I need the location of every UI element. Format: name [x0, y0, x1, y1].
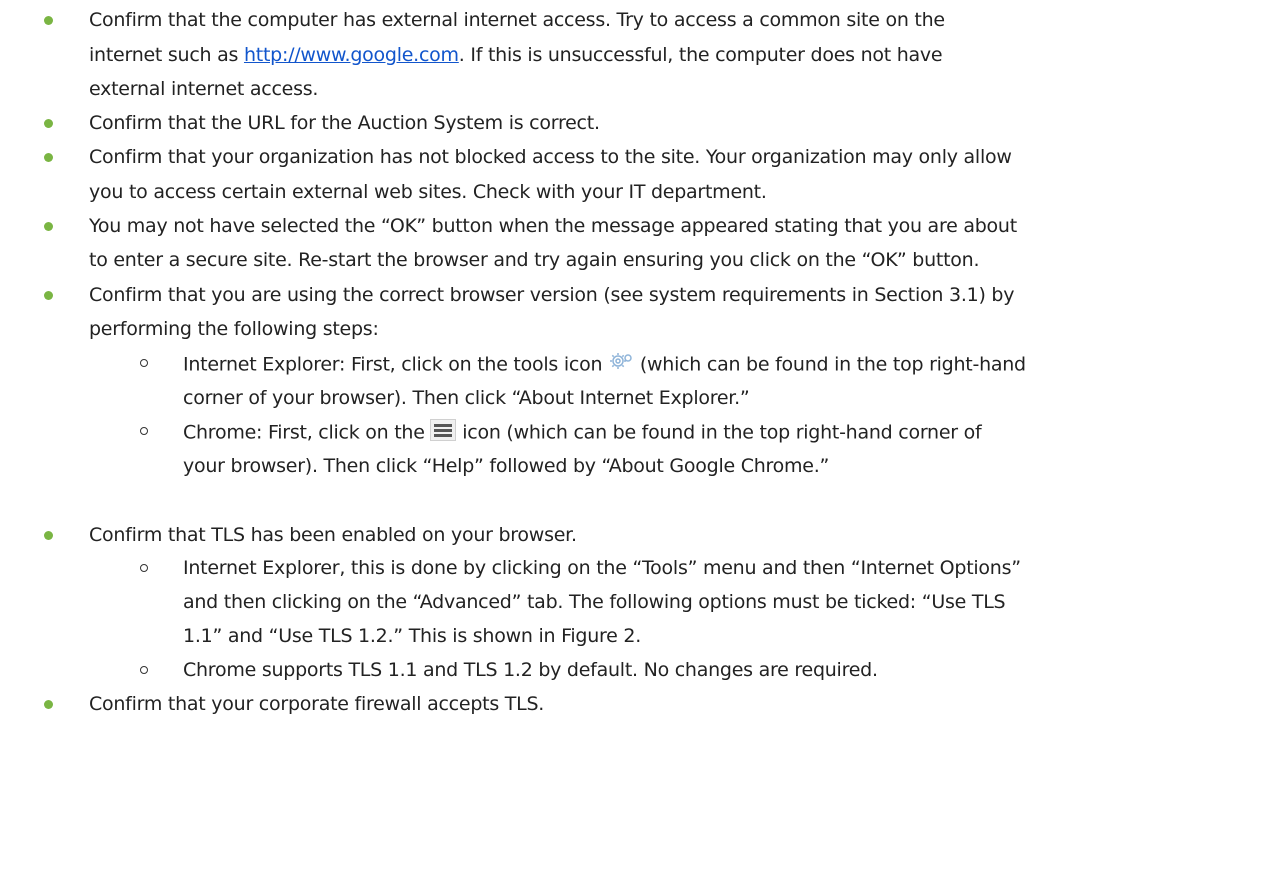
google-link[interactable]: http://www.google.com [244, 44, 459, 66]
sub-list-item-text: Chrome supports TLS 1.1 and TLS 1.2 by d… [183, 659, 878, 681]
sub-bullet-icon [140, 666, 148, 674]
list-item-text: Confirm that the URL for the Auction Sys… [89, 112, 600, 134]
gear-icon [608, 351, 634, 379]
list-item-text: performing the following steps: [89, 318, 379, 340]
sub-list-item-text: 1.1” and “Use TLS 1.2.” This is shown in… [183, 625, 642, 647]
sub-list-item-text: corner of your browser). Then click “Abo… [183, 387, 750, 409]
bullet-icon [44, 291, 53, 300]
sub-list-item-text: Internet Explorer: First, click on the t… [183, 353, 609, 376]
sub-list-item-text: your browser). Then click “Help” followe… [183, 455, 830, 477]
list-item-text: You may not have selected the “OK” butto… [89, 215, 1017, 237]
menu-icon [430, 419, 457, 447]
list-item-text: external internet access. [89, 78, 319, 100]
sub-bullet-icon [140, 564, 148, 572]
bullet-icon [44, 16, 53, 25]
bullet-icon [44, 119, 53, 128]
sub-bullet-icon [140, 427, 148, 435]
bullet-icon [44, 222, 53, 231]
sub-list-item-text: icon (which can be found in the top righ… [456, 421, 982, 444]
sub-list-item-text: Chrome: First, click on the [183, 421, 431, 444]
list-item-text: Confirm that the computer has external i… [89, 9, 945, 31]
list-item-text: . If this is unsuccessful, the computer … [458, 44, 943, 66]
bullet-icon [44, 153, 53, 162]
sub-list-item-text: Chrome: First, click on the icon (which … [183, 419, 982, 447]
sub-list-item-text: (which can be found in the top right-han… [634, 353, 1026, 376]
sub-list-item-text: Internet Explorer, this is done by click… [183, 557, 1021, 579]
list-item-text: Confirm that your corporate firewall acc… [89, 693, 545, 715]
list-item-text: internet such as http://www.google.com. … [89, 43, 943, 67]
list-item-text: internet such as [89, 44, 244, 66]
list-item-text: to enter a secure site. Re-start the bro… [89, 249, 980, 271]
sub-bullet-icon [140, 359, 148, 367]
sub-list-item-text: Internet Explorer: First, click on the t… [183, 351, 1026, 379]
bullet-icon [44, 531, 53, 540]
sub-list-item-text: and then clicking on the “Advanced” tab.… [183, 591, 1006, 613]
bullet-icon [44, 700, 53, 709]
list-item-text: Confirm that TLS has been enabled on you… [89, 524, 577, 546]
list-item-text: Confirm that you are using the correct b… [89, 284, 1015, 306]
list-item-text: Confirm that your organization has not b… [89, 146, 1012, 168]
list-item-text: you to access certain external web sites… [89, 181, 767, 203]
